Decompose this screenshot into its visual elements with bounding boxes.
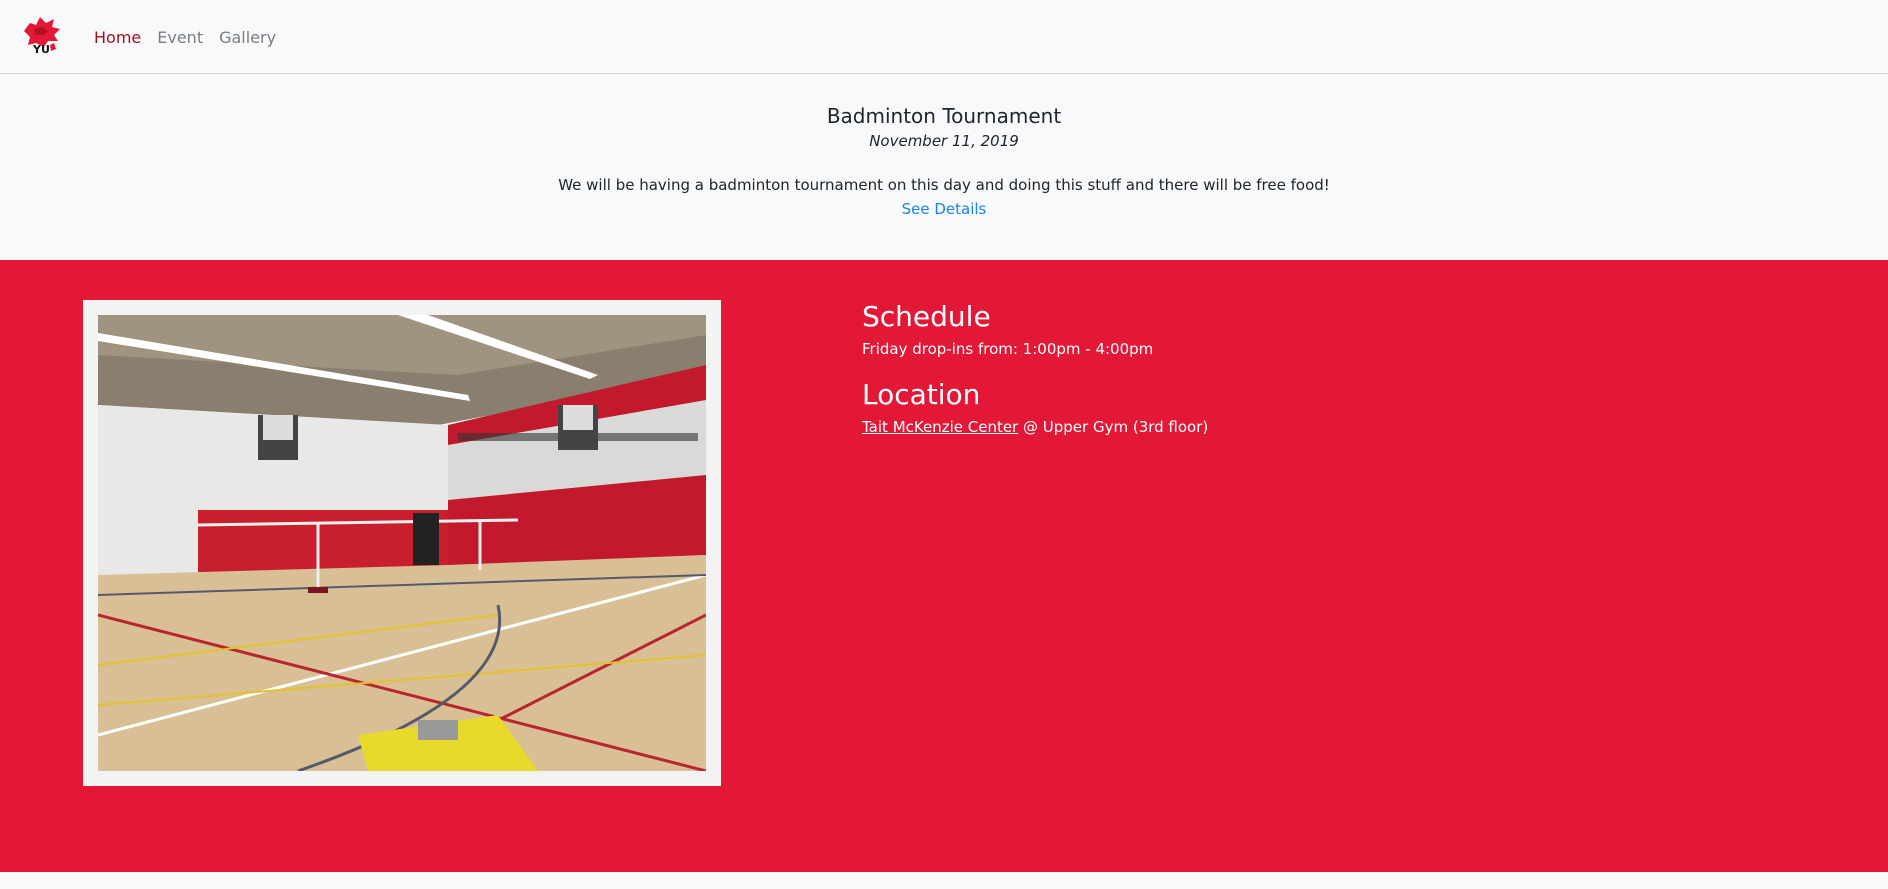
location-text: Tait McKenzie Center @ Upper Gym (3rd fl… — [862, 416, 1208, 438]
yu-lion-logo-icon[interactable]: YU — [20, 15, 64, 56]
gym-photo — [98, 315, 706, 771]
event-hero: Badminton Tournament November 11, 2019 W… — [0, 74, 1888, 260]
schedule-heading: Schedule — [862, 300, 991, 333]
gym-photo-frame — [83, 300, 721, 786]
event-info: Schedule Friday drop-ins from: 1:00pm - … — [862, 300, 1208, 438]
event-description: We will be having a badminton tournament… — [558, 176, 1330, 194]
schedule-text: Friday drop-ins from: 1:00pm - 4:00pm — [862, 340, 1154, 358]
event-date: November 11, 2019 — [869, 132, 1019, 150]
page-footer-strip — [0, 872, 1888, 889]
nav-gallery-link[interactable]: Gallery — [219, 28, 276, 47]
see-details-link[interactable]: See Details — [0, 200, 1888, 218]
nav-links: Home Event Gallery — [94, 0, 292, 74]
logo-text: YU — [32, 43, 50, 55]
location-heading: Location — [862, 378, 981, 411]
nav-event-link[interactable]: Event — [157, 28, 203, 47]
event-title: Badminton Tournament — [826, 104, 1062, 128]
location-suffix: @ Upper Gym (3rd floor) — [1018, 418, 1209, 436]
nav-home-link[interactable]: Home — [94, 28, 141, 47]
details-section: Schedule Friday drop-ins from: 1:00pm - … — [0, 260, 1888, 872]
location-link[interactable]: Tait McKenzie Center — [862, 418, 1018, 436]
top-navbar: YU Home Event Gallery — [0, 0, 1888, 74]
